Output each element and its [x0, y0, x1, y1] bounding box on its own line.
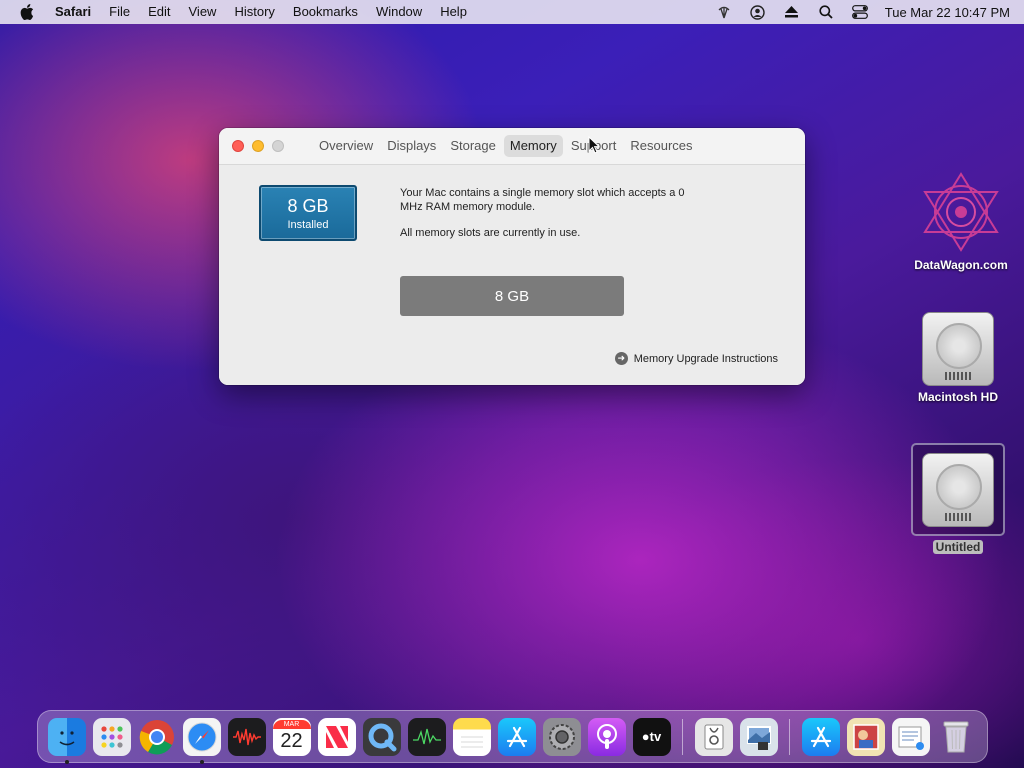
- tab-resources[interactable]: Resources: [624, 135, 698, 157]
- apple-menu-icon[interactable]: [16, 0, 38, 24]
- minimize-button[interactable]: [252, 140, 264, 152]
- wifi-icon[interactable]: [707, 0, 741, 24]
- traffic-lights: [232, 140, 284, 152]
- calendar-day: 22: [280, 730, 303, 752]
- photo-stack-icon[interactable]: [846, 717, 885, 756]
- system-information-icon[interactable]: [694, 717, 733, 756]
- document-stack-icon[interactable]: [891, 717, 930, 756]
- activity-monitor-icon[interactable]: [407, 717, 446, 756]
- eject-icon[interactable]: [775, 0, 809, 24]
- app-store-icon[interactable]: [497, 717, 536, 756]
- window-titlebar[interactable]: Overview Displays Storage Memory Support…: [219, 128, 805, 165]
- chrome-icon[interactable]: [138, 718, 176, 756]
- hard-disk-icon: [922, 453, 994, 527]
- memory-slot-bar: 8 GB: [400, 276, 624, 316]
- menu-bookmarks[interactable]: Bookmarks: [284, 0, 367, 24]
- about-this-mac-window: Overview Displays Storage Memory Support…: [219, 128, 805, 385]
- desktop-icon-label: Untitled: [932, 540, 984, 554]
- apple-tv-icon[interactable]: ● tv: [632, 717, 671, 756]
- menu-app-name[interactable]: Safari: [46, 0, 100, 24]
- tab-storage[interactable]: Storage: [444, 135, 502, 157]
- mouse-pointer-icon: [588, 135, 601, 154]
- tab-displays[interactable]: Displays: [381, 135, 442, 157]
- finder-icon[interactable]: [47, 717, 86, 764]
- running-indicator: [199, 759, 204, 764]
- control-center-icon[interactable]: [843, 0, 877, 24]
- desktop-icon-label: Macintosh HD: [917, 390, 998, 404]
- tv-label: tv: [649, 729, 662, 744]
- datawagon-logo-icon: [919, 170, 1003, 254]
- safari-icon[interactable]: [182, 717, 221, 764]
- desktop-icon-label: DataWagon.com: [914, 258, 1008, 272]
- memory-installed-badge: 8 GB Installed: [259, 185, 357, 241]
- notes-icon[interactable]: [452, 717, 491, 756]
- search-icon[interactable]: [809, 0, 843, 24]
- memory-description: Your Mac contains a single memory slot w…: [400, 186, 700, 240]
- memory-size: 8 GB: [287, 196, 329, 216]
- zoom-button: [272, 140, 284, 152]
- memory-slot-status: All memory slots are currently in use.: [400, 227, 581, 239]
- memory-installed-caption: Installed: [287, 219, 329, 231]
- dock-separator: [682, 718, 683, 755]
- tab-memory[interactable]: Memory: [503, 135, 563, 157]
- memory-upgrade-label: Memory Upgrade Instructions: [633, 352, 778, 365]
- memory-upgrade-link[interactable]: ➜ Memory Upgrade Instructions: [614, 352, 778, 365]
- desktop-icon-datawagon[interactable]: DataWagon.com: [905, 170, 1017, 272]
- tab-overview[interactable]: Overview: [313, 135, 379, 157]
- preview-icon[interactable]: [739, 717, 778, 756]
- menu-clock[interactable]: Tue Mar 22 10:47 PM: [885, 5, 1010, 20]
- menu-edit[interactable]: Edit: [139, 0, 179, 24]
- menu-bar: Safari File Edit View History Bookmarks …: [0, 0, 1024, 24]
- dock-separator: [789, 718, 790, 755]
- menu-history[interactable]: History: [225, 0, 283, 24]
- memory-pane: 8 GB Installed Your Mac contains a singl…: [219, 165, 805, 385]
- hard-disk-icon: [922, 312, 994, 386]
- memory-slot-info: Your Mac contains a single memory slot w…: [400, 187, 685, 213]
- menu-view[interactable]: View: [180, 0, 226, 24]
- calendar-month: MAR: [272, 720, 311, 729]
- podcasts-icon[interactable]: [587, 717, 626, 756]
- selection-frame: [911, 443, 1005, 536]
- trash-icon[interactable]: [937, 718, 975, 756]
- tab-bar: Overview Displays Storage Memory Support…: [313, 135, 699, 157]
- menu-window[interactable]: Window: [367, 0, 431, 24]
- dock: MAR 22 ● tv: [37, 710, 988, 764]
- menu-file[interactable]: File: [100, 0, 139, 24]
- voice-memos-icon[interactable]: [227, 717, 266, 756]
- desktop-icon-untitled[interactable]: Untitled: [910, 443, 1006, 554]
- desktop-icon-macintosh-hd[interactable]: Macintosh HD: [910, 312, 1006, 404]
- system-preferences-icon[interactable]: [542, 717, 581, 756]
- applications-folder-icon[interactable]: [801, 717, 840, 756]
- running-indicator: [64, 759, 69, 764]
- launchpad-icon[interactable]: [92, 717, 131, 756]
- calendar-icon[interactable]: MAR 22: [272, 717, 311, 756]
- arrow-right-circle-icon: ➜: [614, 352, 628, 365]
- menu-help[interactable]: Help: [431, 0, 476, 24]
- close-button[interactable]: [232, 140, 244, 152]
- user-icon[interactable]: [741, 0, 775, 24]
- news-icon[interactable]: [317, 717, 356, 756]
- quicktime-icon[interactable]: [362, 717, 401, 756]
- apple-logo-icon: ●: [641, 729, 650, 744]
